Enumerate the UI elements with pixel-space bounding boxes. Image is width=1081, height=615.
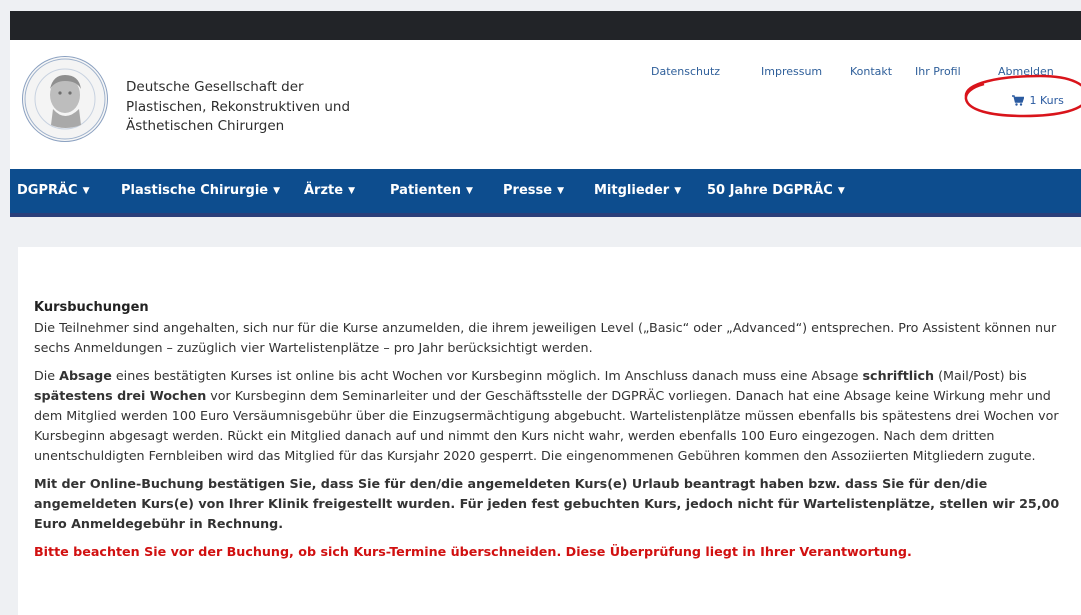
top-dark-bar bbox=[10, 11, 1081, 40]
cart-link[interactable]: 1 Kurs bbox=[1012, 94, 1064, 107]
paragraph-cancellation: Die Absage eines bestätigten Kurses ist … bbox=[34, 366, 1069, 466]
nav-item-label: Presse bbox=[503, 183, 553, 198]
org-name-line: Plastischen, Rekonstruktiven und bbox=[126, 98, 351, 115]
caret-down-icon: ▼ bbox=[82, 186, 90, 196]
nav-item-plastische-chirurgie[interactable]: Plastische Chirurgie ▼ bbox=[121, 183, 280, 198]
org-name-line: Deutsche Gesellschaft der bbox=[126, 79, 304, 95]
nav-item-label: DGPRÄC bbox=[17, 183, 78, 198]
cart-icon bbox=[1012, 94, 1030, 107]
nav-item-presse[interactable]: Presse ▼ bbox=[503, 183, 564, 198]
warning-notice: Bitte beachten Sie vor der Buchung, ob s… bbox=[34, 544, 912, 559]
link-kontakt[interactable]: Kontakt bbox=[850, 65, 892, 78]
nav-item-dgprac[interactable]: DGPRÄC ▼ bbox=[17, 183, 90, 198]
text-run: Die bbox=[34, 368, 60, 383]
text-run: eines bestätigten Kurses ist online bis … bbox=[111, 368, 863, 383]
caret-down-icon: ▼ bbox=[674, 186, 682, 196]
link-datenschutz[interactable]: Datenschutz bbox=[651, 65, 720, 78]
text-run-bold: Absage bbox=[59, 368, 112, 383]
nav-item-mitglieder[interactable]: Mitglieder ▼ bbox=[594, 183, 681, 198]
caret-down-icon: ▼ bbox=[837, 186, 845, 196]
caret-down-icon: ▼ bbox=[273, 186, 281, 196]
org-name-line: Ästhetischen Chirurgen bbox=[126, 118, 285, 134]
link-ihr-profil[interactable]: Ihr Profil bbox=[915, 65, 961, 78]
caret-down-icon: ▼ bbox=[465, 186, 473, 196]
nav-item-label: Patienten bbox=[390, 183, 461, 198]
booking-info-text: Kursbuchungen Die Teilnehmer sind angeha… bbox=[34, 298, 1069, 570]
nav-item-label: 50 Jahre DGPRÄC bbox=[707, 183, 833, 198]
organization-name: Deutsche Gesellschaft der Plastischen, R… bbox=[126, 78, 350, 137]
text-run: (Mail/Post) bis bbox=[934, 368, 1027, 383]
nav-item-aerzte[interactable]: Ärzte ▼ bbox=[304, 183, 355, 198]
nav-item-50-jahre[interactable]: 50 Jahre DGPRÄC ▼ bbox=[707, 183, 845, 198]
nav-item-label: Mitglieder bbox=[594, 183, 670, 198]
society-logo[interactable] bbox=[22, 56, 108, 142]
link-impressum[interactable]: Impressum bbox=[761, 65, 822, 78]
text-run-bold: Mit der Online-Buchung bestätigen Sie, d… bbox=[34, 476, 1060, 531]
nav-item-label: Ärzte bbox=[304, 183, 344, 198]
caret-down-icon: ▼ bbox=[557, 186, 564, 196]
nav-item-patienten[interactable]: Patienten ▼ bbox=[390, 183, 473, 198]
link-abmelden[interactable]: Abmelden bbox=[998, 65, 1054, 78]
site-header: Deutsche Gesellschaft der Plastischen, R… bbox=[10, 40, 1081, 169]
main-navigation: DGPRÄC ▼ Plastische Chirurgie ▼ Ärzte ▼ Pat… bbox=[10, 169, 1081, 217]
cart-label: 1 Kurs bbox=[1029, 94, 1064, 107]
nav-item-label: Plastische Chirurgie bbox=[121, 183, 269, 198]
paragraph-confirmation: Mit der Online-Buchung bestätigen Sie, d… bbox=[34, 474, 1069, 534]
text-run-bold: spätestens drei Wochen bbox=[34, 388, 207, 403]
text-run-bold: schriftlich bbox=[862, 368, 935, 383]
caret-down-icon: ▼ bbox=[348, 186, 355, 196]
page-title: Kursbuchungen bbox=[34, 300, 149, 315]
main-content: Kursbuchungen Die Teilnehmer sind angeha… bbox=[18, 247, 1081, 615]
paragraph-level-info: Die Teilnehmer sind angehalten, sich nur… bbox=[34, 320, 1057, 355]
